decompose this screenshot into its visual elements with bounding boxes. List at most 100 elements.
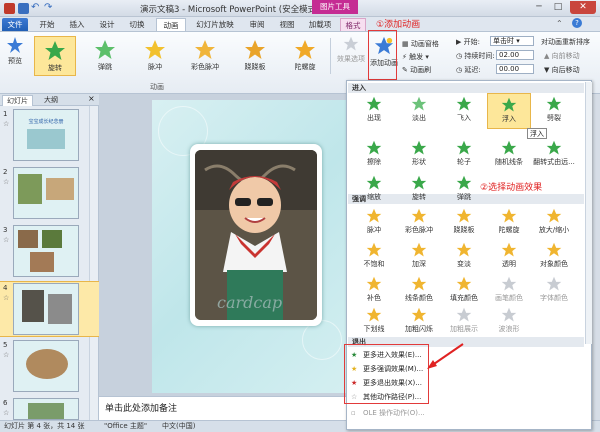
- dropdown-scrollbar[interactable]: [585, 82, 592, 344]
- tab-format[interactable]: 格式: [340, 18, 366, 32]
- slide-thumb-image: [13, 283, 79, 335]
- emphasis-effect[interactable]: 对象颜色: [532, 239, 576, 275]
- emphasis-effect[interactable]: 变淡: [442, 239, 486, 275]
- slide-thumbnail-4[interactable]: 4 ☆: [0, 281, 99, 337]
- tab-file[interactable]: 文件: [2, 18, 28, 32]
- move-later-button[interactable]: ▼ 向后移动: [544, 65, 580, 75]
- delay-input[interactable]: 00.00: [496, 64, 534, 74]
- tab-review[interactable]: 审阅: [244, 18, 270, 32]
- start-select-value: 单击时: [493, 37, 514, 45]
- emphasis-star-icon: [442, 276, 486, 292]
- entrance-effect[interactable]: 擦除: [352, 137, 396, 173]
- gallery-effect-spin[interactable]: 旋转: [34, 36, 76, 76]
- reorder-title: 对动画重新排序: [541, 38, 590, 46]
- notes-pane[interactable]: 单击此处添加备注: [99, 396, 346, 420]
- entrance-effect[interactable]: 缩放: [352, 172, 396, 208]
- ole-action[interactable]: ▫ OLE 操作动作(O)...: [349, 407, 449, 420]
- emphasis-star-icon: [487, 242, 531, 258]
- effect-label: 淡出: [412, 114, 426, 122]
- gallery-effect-teeter[interactable]: 跷跷板: [234, 36, 276, 76]
- delay-label: ◷ 延迟:: [456, 66, 481, 74]
- start-select[interactable]: 单击时 ▾: [490, 36, 534, 46]
- entrance-effect[interactable]: 淡出: [397, 93, 441, 129]
- slide-thumbnail-5[interactable]: 5 ☆: [0, 339, 99, 395]
- redo-icon[interactable]: ↷: [44, 3, 55, 14]
- tab-slideshow[interactable]: 幻灯片放映: [190, 18, 240, 32]
- animation-gallery: 旋转 弹跳 脉冲 彩色脉冲 跷跷板 陀螺旋: [30, 34, 336, 80]
- tab-animations[interactable]: 动画: [156, 18, 186, 32]
- emphasis-effect[interactable]: 字体颜色: [532, 273, 576, 309]
- entrance-effect[interactable]: 轮子: [442, 137, 486, 173]
- tab-view[interactable]: 视图: [274, 18, 300, 32]
- entrance-effect[interactable]: 旋转: [397, 172, 441, 208]
- trigger-button[interactable]: ⚡ 触发 ▾: [402, 52, 429, 62]
- emphasis-effect[interactable]: 透明: [487, 239, 531, 275]
- slide-thumbnail-3[interactable]: 3 ☆: [0, 224, 99, 280]
- emphasis-effect[interactable]: 加深: [397, 239, 441, 275]
- tab-home[interactable]: 开始: [34, 18, 60, 32]
- effect-label: 下划线: [363, 325, 385, 333]
- emphasis-effect[interactable]: 加粗闪烁: [397, 304, 441, 340]
- effect-options-button[interactable]: 效果选项: [336, 36, 366, 64]
- entrance-effect[interactable]: 浮入: [487, 93, 531, 129]
- emphasis-star-icon: [487, 307, 531, 323]
- save-icon[interactable]: [18, 3, 29, 14]
- window-title: 演示文稿3 - Microsoft PowerPoint (安全模式): [140, 5, 320, 15]
- emphasis-effect[interactable]: 放大/缩小: [532, 205, 576, 241]
- ole-icon: ▫: [351, 409, 356, 417]
- gallery-effect-spinner[interactable]: 陀螺旋: [284, 36, 326, 76]
- tab-addins[interactable]: 加载项: [304, 18, 336, 32]
- child-photo[interactable]: cardcap: [195, 150, 317, 320]
- emphasis-effect[interactable]: 加粗展示: [442, 304, 486, 340]
- effect-label: 缩放: [367, 193, 381, 201]
- effect-label: 劈裂: [547, 114, 561, 122]
- gallery-effect-label: 旋转: [48, 64, 62, 72]
- close-button[interactable]: ✕: [570, 1, 596, 14]
- powerpoint-logo-icon[interactable]: [4, 3, 15, 14]
- add-animation-highlight: [368, 30, 397, 80]
- emphasis-effect[interactable]: 波浪形: [487, 304, 531, 340]
- slide-thumbnail-2[interactable]: 2 ☆: [0, 166, 99, 222]
- slide-thumbnail-1[interactable]: 1 ☆ 宝宝成长纪念册: [0, 108, 99, 164]
- effect-label: 脉冲: [367, 226, 381, 234]
- emphasis-effect[interactable]: 不饱和: [352, 239, 396, 275]
- gallery-effect-color-pulse[interactable]: 彩色脉冲: [184, 36, 226, 76]
- entrance-effect[interactable]: 随机线条: [487, 137, 531, 173]
- help-icon[interactable]: ?: [572, 18, 582, 28]
- emphasis-effect[interactable]: 陀螺旋: [487, 205, 531, 241]
- tab-transitions[interactable]: 切换: [124, 18, 150, 32]
- tab-design[interactable]: 设计: [94, 18, 120, 32]
- slide-thumbnail-6[interactable]: 6 ☆: [0, 397, 99, 420]
- emphasis-star-icon: [397, 208, 441, 224]
- gallery-effect-bounce[interactable]: 弹跳: [84, 36, 126, 76]
- tab-outline[interactable]: 大纲: [40, 95, 62, 106]
- maximize-button[interactable]: □: [549, 1, 567, 14]
- emphasis-effect[interactable]: 脉冲: [352, 205, 396, 241]
- animation-painter-button[interactable]: ✎ 动画刷: [402, 65, 431, 75]
- tab-slides[interactable]: 幻灯片: [2, 95, 33, 106]
- effect-label: 填充颜色: [450, 294, 478, 302]
- emphasis-effect[interactable]: 跷跷板: [442, 205, 486, 241]
- theme-status: "Office 主题": [104, 422, 148, 430]
- emphasis-star-icon: [442, 307, 486, 323]
- thumb-title: 宝宝成长纪念册: [28, 119, 64, 125]
- emphasis-effect[interactable]: 下划线: [352, 304, 396, 340]
- tab-insert[interactable]: 插入: [64, 18, 90, 32]
- entrance-effect[interactable]: 出现: [352, 93, 396, 129]
- preview-button[interactable]: 预览: [3, 36, 27, 66]
- entrance-effect[interactable]: 形状: [397, 137, 441, 173]
- duration-input[interactable]: 02.00: [496, 50, 534, 60]
- ribbon-minimize-icon[interactable]: ⌃: [556, 19, 563, 28]
- pane-close-button[interactable]: ×: [88, 94, 95, 103]
- entrance-effect[interactable]: 劈裂: [532, 93, 576, 129]
- move-earlier-button[interactable]: ▲ 向前移动: [544, 51, 580, 61]
- gallery-effect-pulse[interactable]: 脉冲: [134, 36, 176, 76]
- entrance-effect[interactable]: 飞入: [442, 93, 486, 129]
- duration-label: ◷ 持续时间:: [456, 52, 495, 60]
- undo-icon[interactable]: ↶: [31, 3, 42, 14]
- emphasis-star-icon: [352, 276, 396, 292]
- minimize-button[interactable]: ─: [530, 1, 548, 14]
- animation-pane-button[interactable]: ▦ 动画窗格: [402, 39, 439, 49]
- entrance-effect[interactable]: 翻转式由远...: [532, 137, 576, 173]
- emphasis-effect[interactable]: 彩色脉冲: [397, 205, 441, 241]
